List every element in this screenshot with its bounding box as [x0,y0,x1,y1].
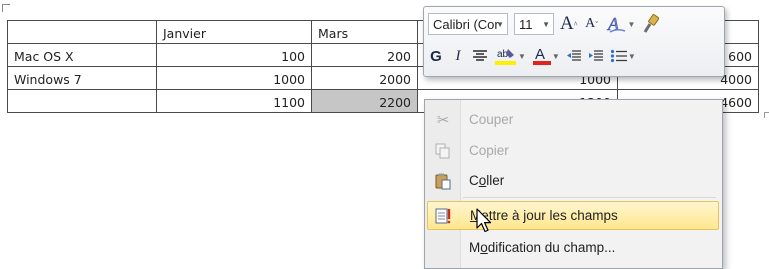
shrink-font-icon: A [585,16,596,31]
increase-indent-button[interactable] [588,45,604,67]
table-cell[interactable]: Janvier [156,20,312,44]
menu-item-update-fields[interactable]: Mettre à jour les champs [427,201,719,230]
center-align-icon [473,50,487,61]
copy-icon [427,143,459,159]
menu-item-edit-field[interactable]: Modification du champ... [427,233,719,262]
text-styles-button[interactable]: A ▼ [606,13,636,35]
mini-toolbar-row-top: Calibri (Cor ▼ 11 ▼ A ^ Aˇ A ▼ [428,13,660,35]
paste-icon [427,172,459,190]
text-effects-icon: A [606,14,625,34]
shrink-font-button[interactable]: Aˇ [584,13,600,35]
menu-item-label: Couper [469,112,514,127]
decrease-indent-icon [566,50,581,61]
table-cell[interactable]: 1000 [156,66,312,90]
menu-item-label: Modification du champ... [469,240,616,255]
bold-button[interactable]: G [428,45,444,67]
selected-field-cell[interactable]: 2200 [311,89,418,113]
mini-toolbar: Calibri (Cor ▼ 11 ▼ A ^ Aˇ A ▼ G I ab ▼ … [423,6,725,77]
menu-item-copy[interactable]: Copier [427,136,719,165]
font-color-button[interactable]: A ▼ [532,45,560,67]
menu-item-label: Coller [469,173,505,188]
grow-font-icon: A [560,13,574,34]
table-cell[interactable] [7,20,157,44]
svg-text:A: A [535,46,545,63]
highlighter-icon: ab [495,49,516,65]
bullets-button[interactable]: ▼ [610,45,636,67]
font-name-combo[interactable]: Calibri (Cor ▼ [428,13,508,35]
format-painter-icon [644,14,660,33]
table-cell[interactable]: Mac OS X [7,43,157,67]
highlight-button[interactable]: ab ▼ [494,45,526,67]
table-cell[interactable]: Windows 7 [7,66,157,90]
chevron-down-icon[interactable]: ▼ [542,20,550,29]
update-fields-icon [428,207,460,225]
format-painter-button[interactable] [641,13,660,35]
table-cell[interactable]: Mars [311,20,418,44]
table-cell[interactable]: 200 [311,43,418,67]
font-name-value: Calibri (Cor [433,16,499,32]
table-cell[interactable] [7,89,157,113]
table-cell[interactable]: 100 [156,43,312,67]
center-align-button[interactable] [472,45,488,67]
font-size-value: 11 [519,16,533,32]
chevron-down-icon[interactable]: ▼ [628,52,636,61]
chevron-down-icon[interactable]: ▼ [628,20,636,29]
bullet-list-icon [610,49,627,63]
menu-separator [463,197,716,198]
menu-item-cut[interactable]: ✂ Couper [427,105,719,134]
chevron-down-icon[interactable]: ▼ [552,52,560,61]
scissors-icon: ✂ [436,111,450,129]
chevron-down-icon[interactable]: ▼ [518,52,526,61]
font-color-icon: A [532,46,551,65]
italic-button[interactable]: I [450,45,466,67]
mini-toolbar-row-bottom: G I ab ▼ A ▼ ▼ [428,45,636,67]
chevron-down-icon[interactable]: ▼ [496,20,504,29]
page-corner-mark [2,4,10,12]
page-edge-mark [764,112,769,118]
menu-item-label: Copier [469,143,509,158]
table-cell[interactable]: 1100 [156,89,312,113]
context-menu: ✂ Couper Copier Coller Mettre à jour les… [424,99,723,269]
grow-font-button[interactable]: A ^ [560,13,578,35]
mouse-cursor-icon [476,208,492,233]
menu-item-paste[interactable]: Coller [427,166,719,195]
increase-indent-icon [588,50,603,61]
table-cell[interactable]: 2000 [311,66,418,90]
decrease-indent-button[interactable] [566,45,582,67]
font-size-combo[interactable]: 11 ▼ [514,13,554,35]
